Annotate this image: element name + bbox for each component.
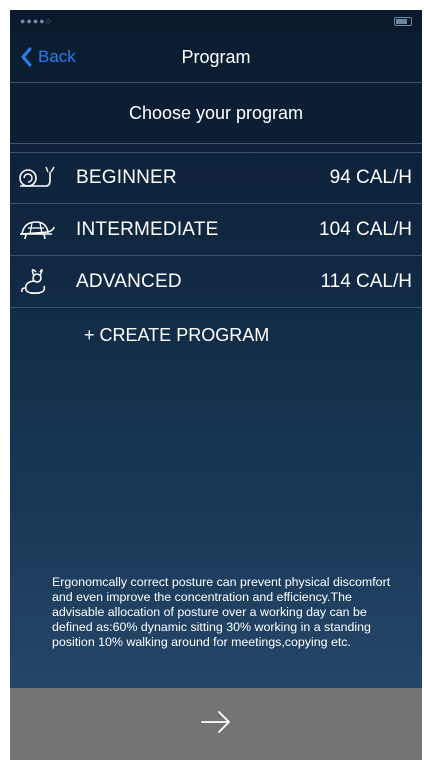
arrow-right-icon bbox=[199, 710, 233, 739]
navigation-bar: Back Program bbox=[10, 32, 422, 83]
program-row-advanced[interactable]: ADVANCED 114 CAL/H bbox=[10, 256, 422, 308]
program-calories: 94 CAL/H bbox=[329, 167, 412, 188]
choose-program-heading: Choose your program bbox=[10, 83, 422, 144]
signal-icon: ●●●●○ bbox=[20, 16, 53, 26]
program-row-intermediate[interactable]: INTERMEDIATE 104 CAL/H bbox=[10, 204, 422, 256]
posture-info-text: Ergonomcally correct posture can prevent… bbox=[52, 575, 391, 649]
chevron-left-icon bbox=[20, 47, 32, 67]
program-label: BEGINNER bbox=[76, 167, 177, 188]
turtle-icon bbox=[16, 215, 60, 245]
program-row-beginner[interactable]: BEGINNER 94 CAL/H bbox=[10, 152, 422, 204]
battery-icon bbox=[394, 16, 412, 26]
page-title: Program bbox=[181, 46, 251, 67]
program-label: INTERMEDIATE bbox=[76, 218, 219, 240]
create-program-button[interactable]: + CREATE PROGRAM bbox=[10, 308, 422, 362]
back-button[interactable]: Back bbox=[20, 32, 76, 82]
rabbit-icon bbox=[16, 267, 60, 297]
program-list: BEGINNER 94 CAL/H INTERMEDIATE 104 CAL/H bbox=[10, 152, 422, 308]
program-calories: 114 CAL/H bbox=[320, 270, 412, 292]
snail-icon bbox=[16, 163, 60, 193]
app-screen: ●●●●○ Back Program Choose your program B… bbox=[10, 10, 422, 760]
status-bar: ●●●●○ bbox=[10, 10, 422, 32]
back-button-label: Back bbox=[38, 47, 76, 66]
next-button[interactable] bbox=[10, 688, 422, 760]
program-calories: 104 CAL/H bbox=[319, 218, 412, 240]
program-label: ADVANCED bbox=[76, 270, 182, 292]
